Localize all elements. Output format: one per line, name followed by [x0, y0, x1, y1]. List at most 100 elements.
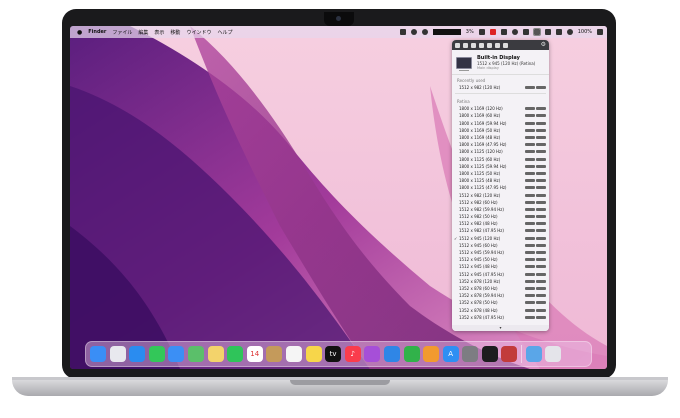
A-icon[interactable]	[555, 29, 562, 35]
resolution-item[interactable]: ✓ 1512 x 945 (120 Hz)	[452, 235, 549, 242]
app-icon[interactable]	[501, 346, 518, 362]
resolution-item[interactable]: 1800 x 1125 (120 Hz)	[452, 148, 549, 155]
resolution-item[interactable]: 1512 x 982 (60 Hz)	[452, 199, 549, 206]
moon-icon[interactable]	[463, 42, 468, 48]
resolution-item[interactable]: 1800 x 1125 (60 Hz)	[452, 156, 549, 163]
resolution-item[interactable]: 1512 x 982 (120 Hz)	[452, 84, 549, 91]
screen: ● Finder ファイル 編集 表示 移動 ウインドウ ヘルプ 3% 100%	[70, 26, 607, 369]
resolution-item[interactable]: 1800 x 1125 (48 Hz)	[452, 177, 549, 184]
resolution-label: 1800 x 1125 (47.95 Hz)	[459, 185, 507, 191]
maps-icon[interactable]	[187, 346, 204, 362]
downloads-icon[interactable]	[525, 346, 542, 362]
mic-icon[interactable]	[410, 29, 417, 35]
messages-icon[interactable]	[148, 346, 165, 362]
calendar-icon[interactable]: 14	[246, 346, 263, 362]
menu-finder[interactable]: Finder	[88, 29, 106, 35]
safari-icon[interactable]	[129, 346, 146, 362]
window-icon[interactable]	[487, 42, 492, 48]
resolution-item[interactable]: 1800 x 1169 (48 Hz)	[452, 134, 549, 141]
keynote-icon[interactable]	[383, 346, 400, 362]
resolution-item[interactable]: 1512 x 945 (60 Hz)	[452, 242, 549, 249]
reader-icon[interactable]	[500, 29, 507, 35]
refresh-badge-icon	[536, 243, 546, 247]
resolution-item[interactable]: 1352 x 878 (60 Hz)	[452, 285, 549, 292]
gear-icon[interactable]: ⚙	[541, 42, 546, 48]
menu-file[interactable]: ファイル	[112, 29, 132, 36]
resolution-item[interactable]: 1512 x 945 (48 Hz)	[452, 263, 549, 270]
resolution-item[interactable]: 1512 x 982 (47.95 Hz)	[452, 227, 549, 234]
finder-icon[interactable]	[90, 346, 106, 362]
red-app-icon[interactable]	[489, 29, 496, 35]
contacts-icon[interactable]	[266, 346, 283, 362]
resolution-item[interactable]: 1512 x 982 (50 Hz)	[452, 213, 549, 220]
music-icon[interactable]: ♪	[344, 346, 361, 362]
stats-icon[interactable]	[432, 29, 461, 35]
status-area: 3% 100%	[399, 26, 603, 38]
resolution-item[interactable]: 1800 x 1169 (59.94 Hz)	[452, 120, 549, 127]
power-icon[interactable]	[503, 42, 508, 48]
display-header[interactable]: Built-in Display 1512 x 945 (120 Hz) (Re…	[452, 50, 549, 75]
recent-section-label: Recently used	[457, 78, 486, 83]
resolution-item[interactable]: 1352 x 878 (120 Hz)	[452, 278, 549, 285]
mail-icon[interactable]	[168, 346, 185, 362]
resolution-item[interactable]: 1512 x 982 (48 Hz)	[452, 220, 549, 227]
resolution-item[interactable]: 1800 x 1169 (47.95 Hz)	[452, 141, 549, 148]
refresh-badge-icon	[536, 308, 546, 312]
launchpad-icon[interactable]	[109, 346, 126, 362]
facetime-icon[interactable]	[227, 346, 244, 362]
system-preferences-icon[interactable]	[462, 346, 479, 362]
trash-icon[interactable]	[545, 346, 562, 362]
menu-go[interactable]: 移動	[170, 29, 180, 36]
resolution-item[interactable]: 1512 x 945 (59.94 Hz)	[452, 249, 549, 256]
resolution-item[interactable]: 1800 x 1169 (60 Hz)	[452, 112, 549, 119]
tablet-icon[interactable]	[495, 42, 500, 48]
menu-window[interactable]: ウインドウ	[186, 29, 211, 36]
resolution-item[interactable]: 1800 x 1169 (50 Hz)	[452, 127, 549, 134]
resolution-item[interactable]: 1800 x 1125 (59.94 Hz)	[452, 163, 549, 170]
resolution-item[interactable]: 1512 x 982 (59.94 Hz)	[452, 206, 549, 213]
resolution-item[interactable]: 1352 x 878 (48 Hz)	[452, 306, 549, 313]
tv-icon[interactable]: tv	[325, 346, 342, 362]
resolution-item[interactable]: 1352 x 878 (50 Hz)	[452, 299, 549, 306]
refresh-badge-icon	[536, 186, 546, 190]
volume-icon[interactable]	[522, 29, 529, 35]
retina-badge-icon	[525, 243, 535, 247]
pencil-icon[interactable]	[479, 42, 484, 48]
resolution-item[interactable]: 1800 x 1125 (47.95 Hz)	[452, 184, 549, 191]
apple-menu-icon[interactable]: ●	[77, 29, 82, 36]
menu-view[interactable]: 表示	[154, 29, 164, 36]
note-icon[interactable]	[478, 29, 485, 35]
laptop-base-notch	[290, 380, 390, 385]
terminal-icon[interactable]	[481, 346, 498, 362]
menu-edit[interactable]: 編集	[138, 29, 148, 36]
control-center-icon[interactable]	[597, 29, 603, 35]
wifi-icon[interactable]	[566, 29, 573, 35]
resolution-item[interactable]: 1512 x 945 (47.95 Hz)	[452, 271, 549, 278]
resolution-item[interactable]: 1352 x 878 (59.94 Hz)	[452, 292, 549, 299]
dropbox-icon[interactable]	[399, 29, 406, 35]
divider	[455, 93, 546, 95]
pages-icon[interactable]	[423, 346, 440, 362]
refresh-badge-icon	[536, 114, 546, 118]
notes-icon[interactable]	[305, 346, 322, 362]
photos-icon[interactable]	[207, 346, 224, 362]
resolution-item[interactable]: 1512 x 945 (50 Hz)	[452, 256, 549, 263]
scroll-down-arrow[interactable]: ▾	[452, 325, 549, 331]
bluetooth-icon[interactable]	[511, 29, 518, 35]
sun-icon[interactable]	[471, 42, 476, 48]
display-icon[interactable]	[455, 42, 460, 48]
contrast-icon[interactable]	[421, 29, 428, 35]
resolution-label: 1512 x 982 (50 Hz)	[459, 214, 498, 220]
sort-icon[interactable]	[544, 29, 551, 35]
reminders-icon[interactable]	[285, 346, 302, 362]
menu-help[interactable]: ヘルプ	[217, 29, 232, 36]
podcasts-icon[interactable]	[364, 346, 381, 362]
resolution-item[interactable]: 1352 x 878 (47.95 Hz)	[452, 314, 549, 321]
resolution-item[interactable]: 1800 x 1169 (120 Hz)	[452, 105, 549, 112]
app-store-icon[interactable]: A	[442, 346, 459, 362]
resolution-item[interactable]: 1512 x 982 (120 Hz)	[452, 191, 549, 198]
resolution-item[interactable]: 1800 x 1125 (50 Hz)	[452, 170, 549, 177]
retina-section-label: Retina	[457, 99, 470, 105]
numbers-icon[interactable]	[403, 346, 420, 362]
display-menu-icon[interactable]	[532, 28, 541, 36]
